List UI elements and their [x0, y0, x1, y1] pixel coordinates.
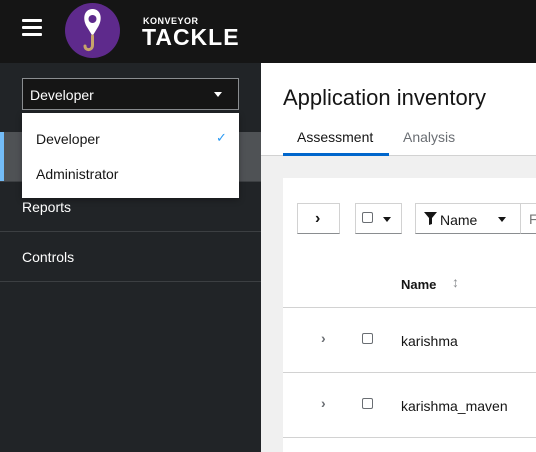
menu-item-label: Administrator: [36, 166, 119, 182]
menu-item-developer[interactable]: Developer ✓: [22, 122, 239, 156]
menu-item-administrator[interactable]: Administrator: [22, 157, 239, 191]
row-checkbox[interactable]: [362, 333, 373, 344]
row-name-cell: karishma: [401, 333, 458, 349]
check-icon: ✓: [216, 130, 227, 145]
filter-icon: [424, 212, 437, 225]
sort-icon[interactable]: ↕: [452, 274, 459, 290]
tackle-logo-icon: [65, 3, 120, 58]
tab-analysis[interactable]: Analysis: [403, 129, 455, 145]
row-name-cell: karishma_maven: [401, 398, 508, 414]
caret-down-icon: [383, 217, 391, 222]
filter-category-select[interactable]: Name: [415, 203, 521, 234]
sidebar-item-controls[interactable]: Controls: [0, 232, 261, 282]
main-content: Application inventory Assessment Analysi…: [261, 63, 536, 452]
page-header: Application inventory Assessment Analysi…: [261, 63, 536, 156]
menu-item-label: Developer: [36, 131, 100, 147]
perspective-dropdown-menu: Developer ✓ Administrator: [22, 113, 239, 198]
table-row: › karishma_maven: [283, 373, 536, 438]
perspective-selected-label: Developer: [30, 87, 94, 103]
bulk-select-checkbox[interactable]: [362, 212, 373, 223]
row-checkbox[interactable]: [362, 398, 373, 409]
table-row: › karishma: [283, 308, 536, 373]
masthead: KONVEYOR TACKLE: [0, 0, 536, 63]
expand-all-button[interactable]: ›: [297, 203, 340, 234]
caret-down-icon: [214, 92, 222, 97]
brand-tackle: TACKLE: [142, 24, 240, 50]
sidebar-item-label: Reports: [22, 199, 72, 215]
filter-category-label: Name: [440, 212, 478, 228]
bulk-select-dropdown[interactable]: [355, 203, 402, 234]
inventory-card: › Name Name ↕ › karishma › karishma_mave…: [283, 178, 536, 452]
perspective-select[interactable]: Developer: [22, 78, 239, 110]
chevron-right-icon: ›: [315, 210, 321, 227]
row-expand-chevron-icon[interactable]: ›: [321, 330, 326, 346]
hamburger-menu-icon[interactable]: [22, 19, 42, 39]
page-title: Application inventory: [283, 85, 487, 110]
filter-search-input[interactable]: [520, 203, 536, 234]
caret-down-icon: [498, 217, 506, 222]
row-expand-chevron-icon[interactable]: ›: [321, 395, 326, 411]
column-header-name[interactable]: Name: [401, 277, 436, 292]
active-tab-indicator: [283, 153, 389, 156]
table-header-row: Name ↕: [283, 258, 536, 308]
sidebar-item-label: Controls: [22, 249, 75, 265]
tab-assessment[interactable]: Assessment: [297, 129, 373, 145]
